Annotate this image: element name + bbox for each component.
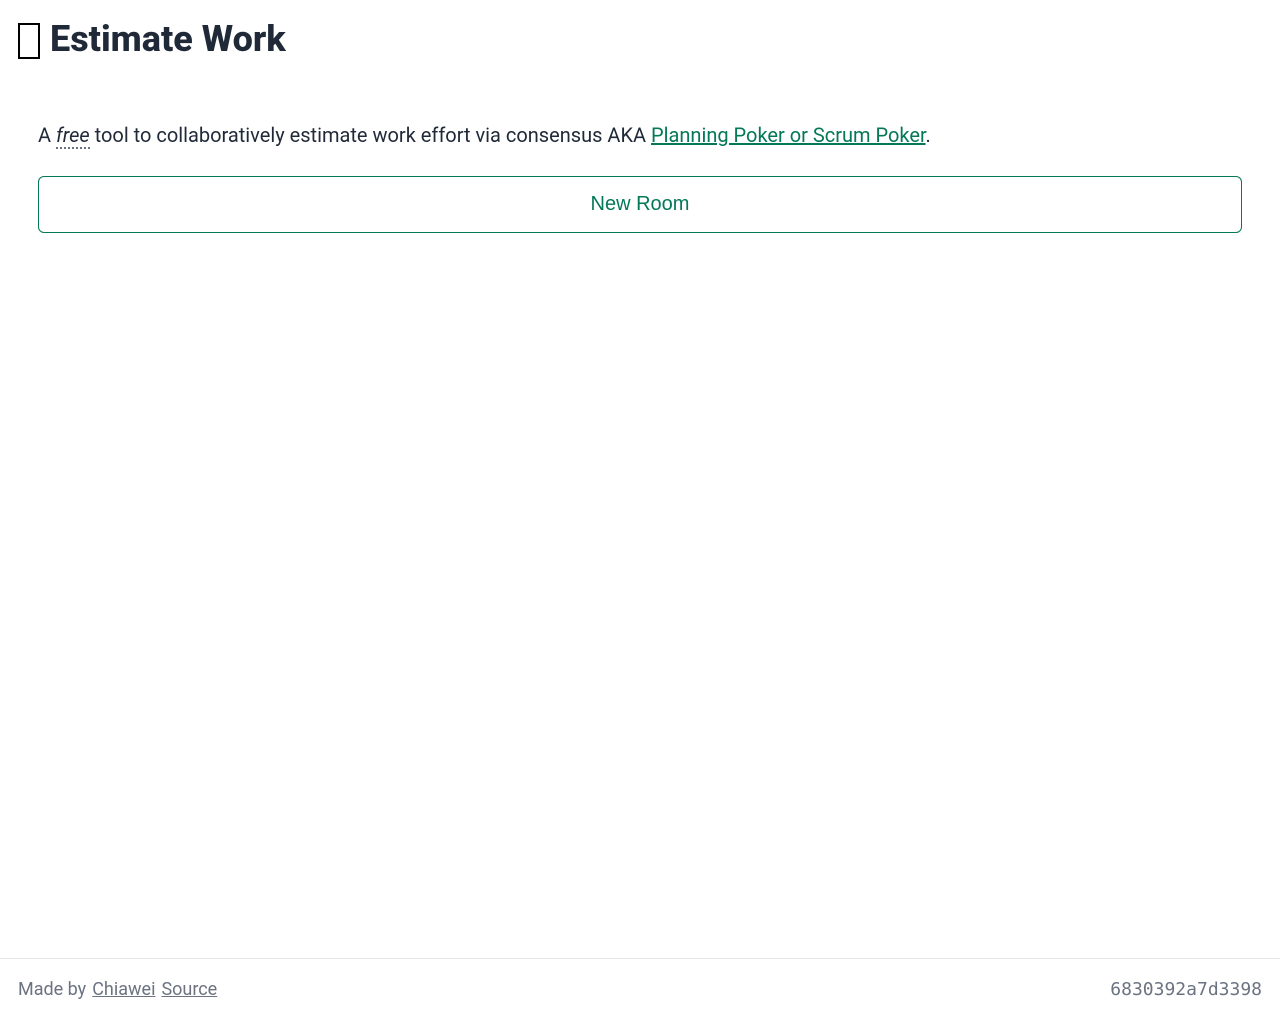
joker-card-icon xyxy=(18,23,40,59)
page-header: Estimate Work xyxy=(0,0,1280,60)
desc-prefix: A xyxy=(38,123,56,147)
page-title: Estimate Work xyxy=(18,18,1262,60)
desc-suffix: . xyxy=(926,123,931,147)
footer-version: 6830392a7d3398 xyxy=(1110,979,1262,1000)
planning-poker-link[interactable]: Planning Poker or Scrum Poker xyxy=(651,123,926,147)
footer-left: Made by Chiawei Source xyxy=(18,979,217,1000)
description: A free tool to collaboratively estimate … xyxy=(38,120,1242,150)
desc-free-word[interactable]: free xyxy=(56,123,90,149)
footer-source-link[interactable]: Source xyxy=(161,979,217,1000)
footer-author-link[interactable]: Chiawei xyxy=(92,979,155,1000)
desc-mid: tool to collaboratively estimate work ef… xyxy=(90,123,651,147)
main-content: A free tool to collaboratively estimate … xyxy=(0,60,1280,958)
page-title-text: Estimate Work xyxy=(50,18,286,60)
footer-made-by: Made by xyxy=(18,979,86,1000)
page-footer: Made by Chiawei Source 6830392a7d3398 xyxy=(0,958,1280,1024)
new-room-button[interactable]: New Room xyxy=(38,176,1242,233)
